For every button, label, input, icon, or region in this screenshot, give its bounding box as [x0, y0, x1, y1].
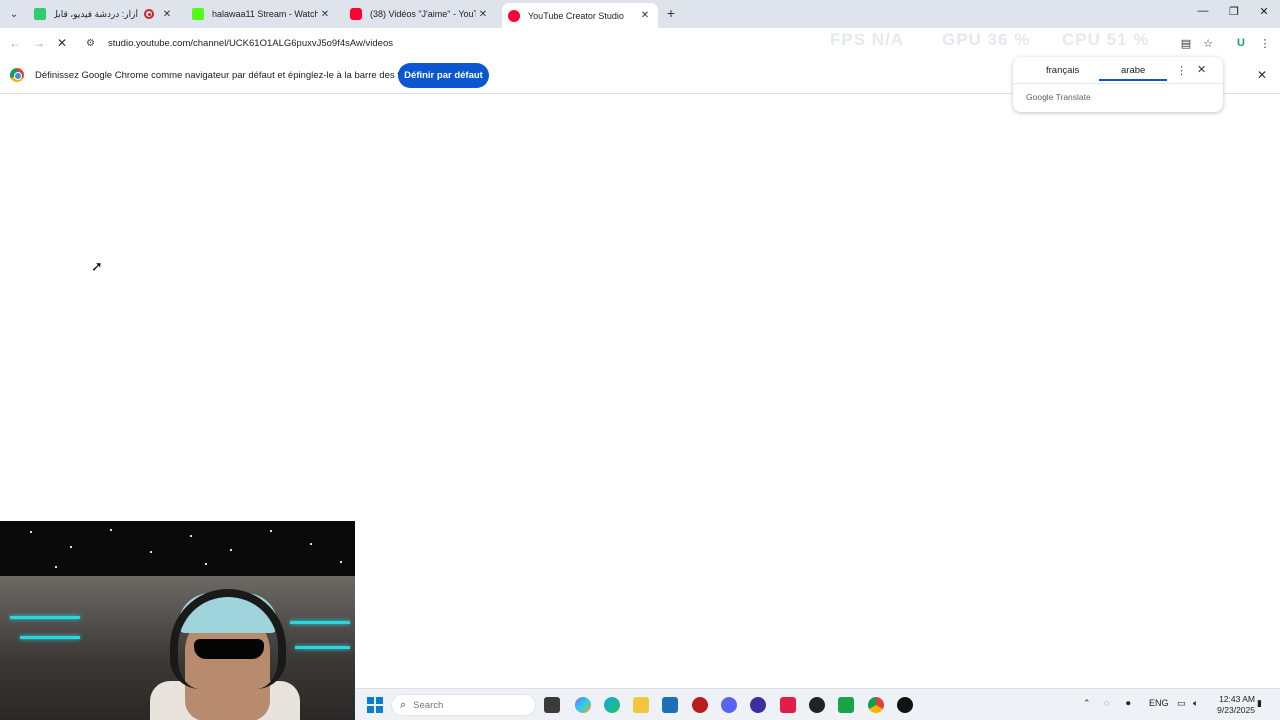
notification-icon[interactable]: ▮ — [1257, 698, 1262, 709]
file-explorer-icon[interactable] — [633, 697, 649, 713]
obs-icon[interactable] — [809, 697, 825, 713]
active-tab-indicator — [1099, 79, 1167, 81]
recording-icon — [144, 9, 154, 19]
tab-strip: ⌄ أزار: دردشة فيديو، قابل الأصد ✕ halawa… — [0, 0, 1280, 28]
chrome-menu-icon[interactable]: ⋮ — [1256, 34, 1274, 52]
forward-arrow-icon[interactable]: → — [30, 34, 48, 52]
webcam-overlay — [0, 521, 355, 720]
translate-icon[interactable]: ▤ — [1177, 34, 1195, 52]
tab-youtube-studio[interactable]: YouTube Creator Studio ✕ — [502, 3, 658, 28]
tab-close-icon[interactable]: ✕ — [160, 9, 174, 20]
azar-favicon-icon — [34, 8, 46, 20]
show-hidden-icons-icon[interactable]: ⌃ — [1083, 698, 1091, 709]
maximize-icon[interactable]: ❐ — [1224, 5, 1244, 18]
app-purple-icon[interactable] — [750, 697, 766, 713]
tab-youtube-likes[interactable]: (38) Vidéos "J'aime" - YouTube ✕ — [344, 3, 496, 25]
webcam-sunglasses — [194, 639, 264, 659]
clock-date: 9/23/2025 — [1217, 705, 1255, 715]
mouse-cursor-icon: ➚ — [91, 258, 103, 274]
discord-icon[interactable] — [721, 697, 737, 713]
minimize-icon[interactable]: — — [1193, 5, 1213, 17]
address-bar[interactable]: ⚙ studio.youtube.com/channel/UCK61O1ALG6… — [80, 31, 1200, 55]
taskbar-search[interactable]: ⌕ — [391, 694, 536, 716]
chrome-taskbar-icon[interactable] — [868, 697, 884, 713]
tab-close-icon[interactable]: ✕ — [638, 10, 652, 21]
copilot-icon[interactable] — [575, 697, 591, 713]
youtube-studio-favicon-icon — [508, 9, 520, 22]
youtube-favicon-icon — [350, 8, 362, 20]
screen: ⌄ أزار: دردشة فيديو، قابل الأصد ✕ halawa… — [0, 0, 1280, 720]
translate-close-icon[interactable]: ✕ — [1197, 63, 1206, 76]
tab-title: halawaa11 Stream - Watch Live — [212, 9, 318, 19]
cpu-overlay: CPU 51 % — [1062, 30, 1150, 49]
tiktok-icon[interactable] — [897, 697, 913, 713]
translate-options-icon[interactable]: ⋮ — [1176, 64, 1187, 77]
extension-icon[interactable]: U — [1232, 34, 1250, 52]
neon-shelf — [295, 646, 350, 649]
bookmark-star-icon[interactable]: ☆ — [1199, 34, 1217, 52]
tab-azar[interactable]: أزار: دردشة فيديو، قابل الأصد ✕ — [28, 3, 180, 25]
store-icon[interactable] — [662, 697, 678, 713]
popup-divider — [1013, 83, 1223, 84]
url-text[interactable]: studio.youtube.com/channel/UCK61O1ALG6pu… — [108, 38, 393, 49]
volume-icon[interactable]: 🔈︎ — [1193, 698, 1198, 709]
site-info-icon[interactable]: ⚙ — [86, 38, 102, 49]
source-language-tab[interactable]: français — [1046, 65, 1079, 76]
microphone-icon[interactable]: ⏺ — [1126, 698, 1131, 709]
taskbar-search-input[interactable] — [413, 699, 524, 711]
tab-search-chevron-icon[interactable]: ⌄ — [4, 4, 24, 24]
tab-title: أزار: دردشة فيديو، قابل الأصد — [54, 8, 138, 19]
neon-shelf — [20, 636, 80, 639]
tab-close-icon[interactable]: ✕ — [476, 9, 490, 20]
neon-shelf — [10, 616, 80, 619]
kick-favicon-icon — [192, 8, 204, 20]
neon-shelf — [290, 621, 350, 624]
tab-close-icon[interactable]: ✕ — [318, 9, 332, 20]
edge-icon[interactable] — [604, 697, 620, 713]
translate-popup: français arabe ⋮ ✕ Google Translate — [1013, 57, 1223, 112]
language-indicator[interactable]: ENG — [1149, 698, 1169, 708]
tab-title: (38) Vidéos "J'aime" - YouTube — [370, 9, 476, 19]
fps-overlay: FPS N/A — [830, 30, 905, 49]
stop-loading-icon[interactable]: ✕ — [53, 34, 71, 52]
gpu-overlay: GPU 36 % — [942, 30, 1031, 49]
display-icon[interactable]: ▭ — [1177, 698, 1186, 709]
target-language-tab[interactable]: arabe — [1121, 65, 1145, 76]
infobar-message: Définissez Google Chrome comme navigateu… — [35, 70, 426, 81]
task-view-icon[interactable] — [544, 697, 560, 713]
tab-kick-stream[interactable]: halawaa11 Stream - Watch Live ✕ — [186, 3, 338, 25]
window-close-icon[interactable]: ✕ — [1254, 5, 1274, 18]
new-tab-button[interactable]: + — [662, 4, 680, 22]
app-green-icon[interactable] — [838, 697, 854, 713]
back-arrow-icon[interactable]: ← — [6, 34, 24, 52]
infobar-close-icon[interactable]: ✕ — [1255, 68, 1269, 82]
network-icon[interactable]: ◌ — [1104, 698, 1109, 708]
clock-time: 12:43 AM — [1219, 694, 1255, 704]
tab-title: YouTube Creator Studio — [528, 10, 624, 21]
app-red-icon[interactable] — [692, 697, 708, 713]
search-icon: ⌕ — [400, 698, 407, 711]
system-clock[interactable]: 12:43 AM 9/23/2025 — [1207, 694, 1255, 716]
set-default-button[interactable]: Définir par défaut — [398, 63, 489, 88]
start-windows-icon[interactable] — [367, 697, 383, 713]
capcut-icon[interactable] — [780, 697, 796, 713]
chrome-logo-icon — [10, 68, 24, 82]
windows-taskbar: ⌕ ⌃ ◌ ⏺ ENG ▭ 🔈︎ 12:43 AM 9/23/2025 ▮ — [355, 688, 1280, 720]
google-translate-brand: Google Translate — [1026, 92, 1091, 102]
